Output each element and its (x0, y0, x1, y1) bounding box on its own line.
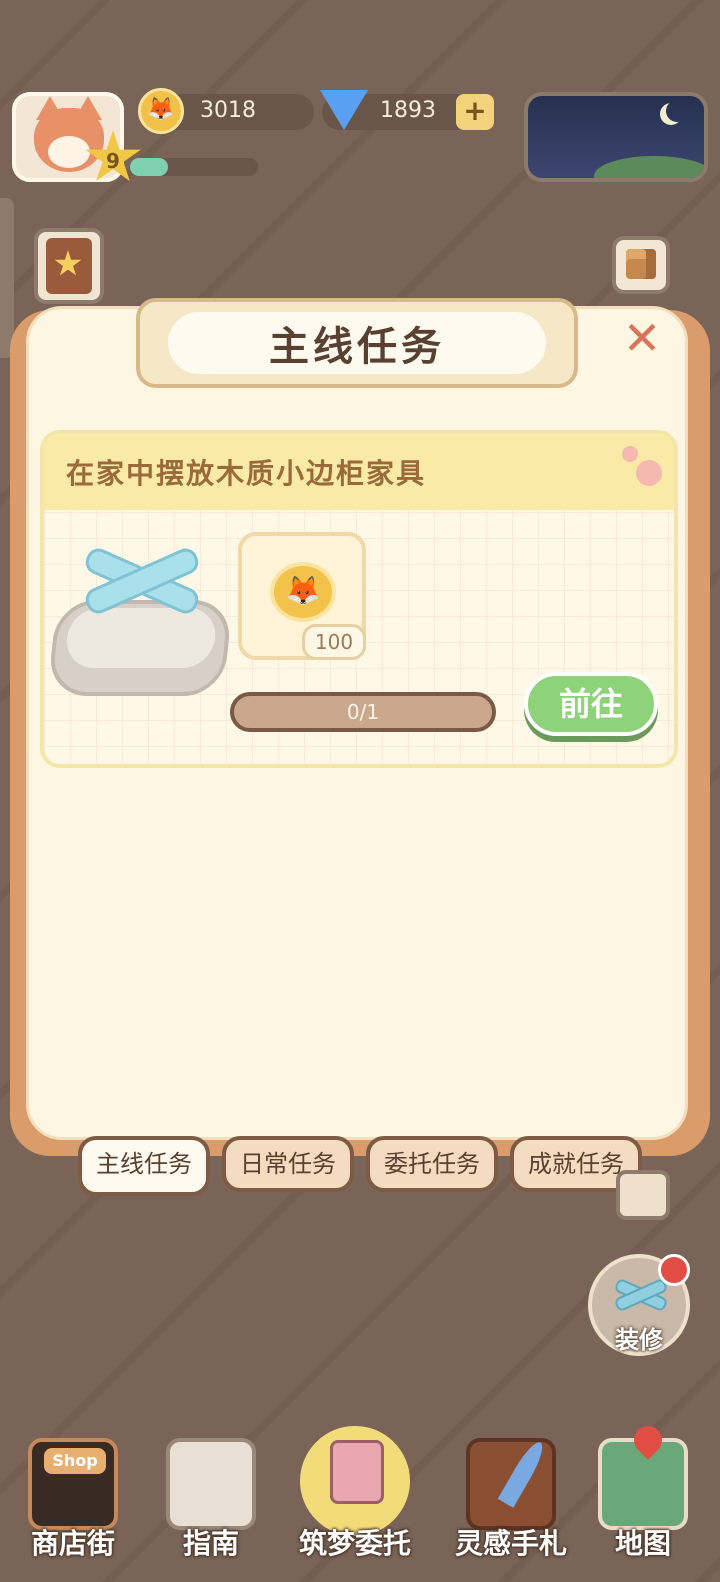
task-progress-bar: 0/1 (230, 692, 496, 732)
side-drawer-tab[interactable] (0, 198, 14, 358)
storage-box-button[interactable] (612, 236, 670, 294)
fox-avatar-icon (34, 96, 104, 172)
notification-dot (658, 1254, 690, 1286)
task-header: 在家中摆放木质小边柜家具 (44, 434, 674, 510)
star-icon (54, 250, 82, 276)
go-button[interactable]: 前往 (524, 672, 658, 736)
panel-title-plate: 主线任务 (136, 298, 578, 388)
hill-graphic (594, 156, 704, 178)
coin-counter: 🦊 3018 (138, 88, 314, 134)
coin-icon: 🦊 (138, 88, 184, 134)
nav-dream-commission[interactable]: 筑梦委托 (299, 1426, 411, 1572)
tab-commission-quest[interactable]: 委托任务 (366, 1136, 498, 1192)
hearts-icon (622, 446, 668, 486)
nav-map[interactable]: 地图 (588, 1420, 698, 1572)
nav-label: 指南 (182, 1527, 239, 1560)
moon-icon (666, 100, 688, 122)
task-description: 在家中摆放木质小边柜家具 (66, 457, 427, 490)
nav-label: 地图 (614, 1527, 671, 1560)
xp-bar (130, 158, 258, 176)
edit-tool-button[interactable] (616, 1170, 670, 1220)
shop-sign: Shop (44, 1448, 106, 1474)
quill-book-icon (466, 1438, 556, 1530)
reward-count: 100 (302, 624, 366, 660)
tab-daily-quest[interactable]: 日常任务 (222, 1136, 354, 1192)
gem-value: 1893 (380, 98, 436, 123)
nav-label: 商店街 (30, 1527, 115, 1560)
tab-main-quest[interactable]: 主线任务 (78, 1136, 210, 1196)
album-book-button[interactable] (34, 228, 104, 304)
notebook-icon (300, 1426, 410, 1536)
coin-icon: 🦊 (270, 562, 336, 622)
add-gems-button[interactable]: + (456, 94, 494, 130)
gem-counter: 1893 + (320, 90, 494, 130)
panel-title: 主线任务 (269, 324, 445, 370)
coin-value: 3018 (200, 98, 256, 123)
close-icon[interactable]: ✕ (620, 315, 664, 361)
nav-label: 灵感手札 (454, 1527, 567, 1560)
nav-shop-street[interactable]: Shop 商店街 (18, 1432, 128, 1572)
gem-icon (320, 90, 368, 130)
nav-inspiration-notes[interactable]: 灵感手札 (455, 1432, 567, 1572)
nav-label: 筑梦委托 (298, 1527, 411, 1560)
guide-icon (166, 1438, 256, 1530)
renovate-button[interactable]: 装修 (588, 1254, 690, 1356)
nav-guide[interactable]: 指南 (156, 1432, 266, 1572)
reward-item[interactable]: 🦊 100 (238, 532, 366, 660)
map-icon (598, 1420, 688, 1530)
shop-icon: Shop (28, 1438, 118, 1530)
furniture-icon (613, 1277, 669, 1313)
side-cabinet-furniture-icon (46, 540, 234, 700)
night-scene-thumbnail[interactable] (524, 92, 708, 182)
xp-bar-fill (130, 158, 169, 176)
renovate-label: 装修 (615, 1326, 663, 1354)
